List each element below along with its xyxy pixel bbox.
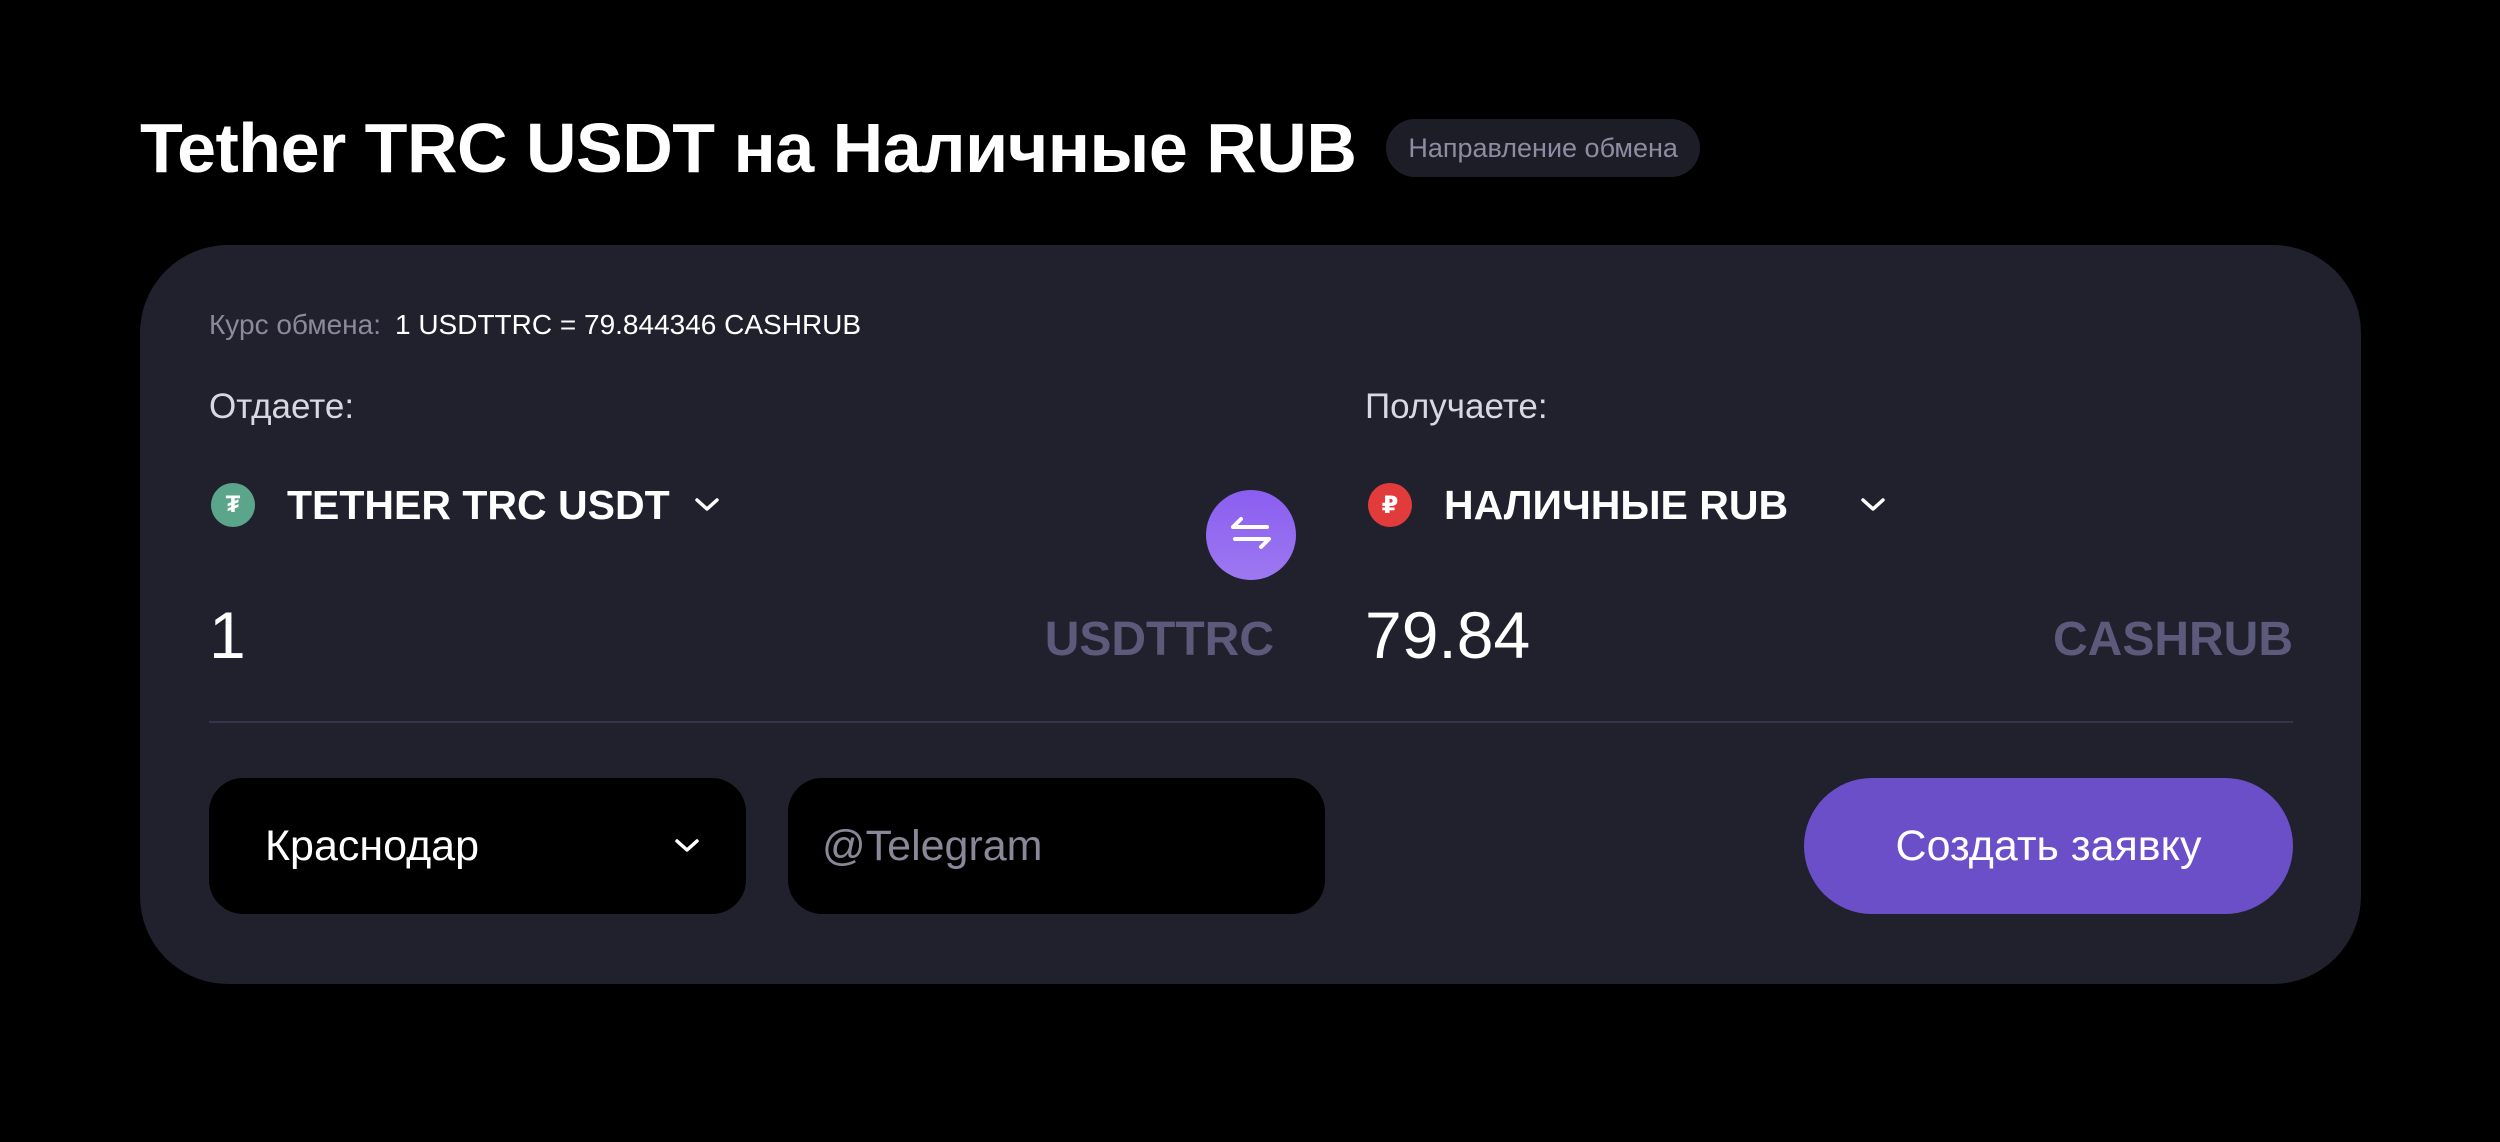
exchange-rate: Курс обмена: 1 USDTTRC = 79.844346 CASHR… xyxy=(209,305,861,345)
page: Tether TRC USDT на Наличные RUB Направле… xyxy=(0,0,2500,1142)
page-title: Tether TRC USDT на Наличные RUB xyxy=(140,109,1357,187)
chevron-down-icon xyxy=(694,492,720,518)
give-currency-name: TETHER TRC USDT xyxy=(287,481,670,528)
city-value: Краснодар xyxy=(265,821,480,870)
exchange-card: Курс обмена: 1 USDTTRC = 79.844346 CASHR… xyxy=(140,245,2361,984)
give-amount[interactable]: 1 xyxy=(209,595,246,675)
receive-amount[interactable]: 79.84 xyxy=(1365,595,1530,675)
create-request-button[interactable]: Создать заявку xyxy=(1804,778,2293,914)
telegram-input[interactable] xyxy=(788,778,1325,914)
receive-currency-select[interactable]: ₽ НАЛИЧНЫЕ RUB xyxy=(1368,475,1886,535)
give-unit: USDTTRC xyxy=(1044,613,1274,666)
direction-badge: Направление обмена xyxy=(1386,119,1700,177)
divider xyxy=(209,721,2293,723)
tether-icon: ₮ xyxy=(211,483,255,527)
swap-arrows-icon xyxy=(1229,515,1273,556)
swap-button[interactable] xyxy=(1206,490,1296,580)
exchange-rate-value: 1 USDTTRC = 79.844346 CASHRUB xyxy=(394,309,862,340)
give-currency-select[interactable]: ₮ TETHER TRC USDT xyxy=(211,475,720,535)
chevron-down-icon xyxy=(1860,492,1886,518)
chevron-down-icon xyxy=(674,833,700,859)
receive-currency-name: НАЛИЧНЫЕ RUB xyxy=(1444,481,1789,528)
header: Tether TRC USDT на Наличные RUB Направле… xyxy=(140,108,1700,188)
receive-label: Получаете: xyxy=(1365,387,1548,426)
receive-unit: CASHRUB xyxy=(2053,613,2293,666)
exchange-rate-label: Курс обмена: xyxy=(209,309,381,340)
give-label: Отдаете: xyxy=(209,387,355,426)
ruble-icon: ₽ xyxy=(1368,483,1412,527)
city-select[interactable]: Краснодар xyxy=(209,778,746,914)
